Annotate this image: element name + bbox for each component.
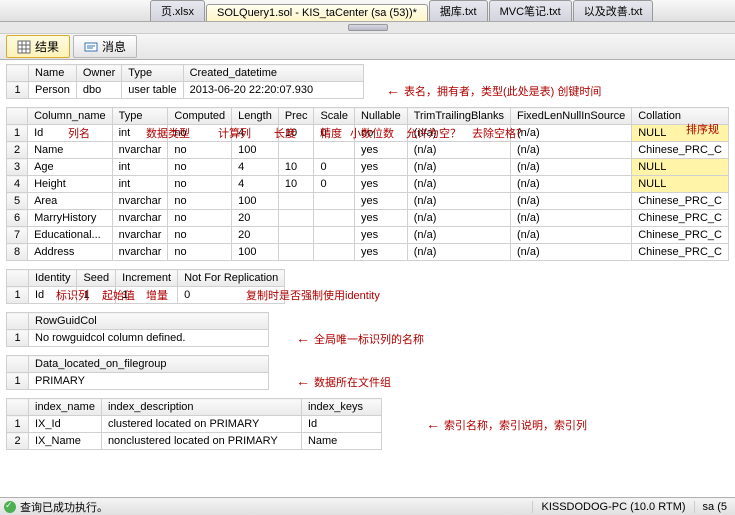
annotation: ←索引名称，索引说明，索引列 <box>426 416 587 433</box>
table-row[interactable]: 2 IX_Name nonclustered located on PRIMAR… <box>7 433 382 450</box>
tab-messages-label: 消息 <box>102 38 126 55</box>
th-type2[interactable]: Type <box>112 108 168 125</box>
th-length[interactable]: Length <box>232 108 279 125</box>
table-row[interactable]: 1 Id 1 1 0 <box>7 287 285 304</box>
th-owner[interactable]: Owner <box>76 65 121 82</box>
table-info-grid: Name Owner Type Created_datetime 1 Perso… <box>6 64 364 99</box>
th-nfr[interactable]: Not For Replication <box>178 270 285 287</box>
th-identity[interactable]: Identity <box>29 270 77 287</box>
status-bar: 查询已成功执行。 KISSDODOG-PC (10.0 RTM) sa (5 <box>0 497 735 515</box>
document-tabbar: 页.xlsx SOLQuery1.sol - KIS_taCenter (sa … <box>0 0 735 22</box>
columns-grid: Column_name Type Computed Length Prec Sc… <box>6 107 729 261</box>
splitter-bar[interactable] <box>0 22 735 34</box>
table-row[interactable]: 3 Age int no 4 10 0 yes (n/a) (n/a) NULL <box>7 159 729 176</box>
th-ixdesc[interactable]: index_description <box>101 399 301 416</box>
th-seed[interactable]: Seed <box>77 270 116 287</box>
annotation: ←表名，拥有者，类型(此处是表) 创键时间 <box>386 82 601 99</box>
filegroup-grid: Data_located_on_filegroup 1PRIMARY <box>6 355 269 390</box>
th-filegroup[interactable]: Data_located_on_filegroup <box>29 356 269 373</box>
th-collation[interactable]: Collation <box>632 108 729 125</box>
th-computed[interactable]: Computed <box>168 108 232 125</box>
th-created[interactable]: Created_datetime <box>183 65 363 82</box>
table-row[interactable]: 1 Id int no 4 10 0 no (n/a) (n/a) NULL <box>7 125 729 142</box>
th-prec[interactable]: Prec <box>278 108 314 125</box>
table-row[interactable]: 8 Address nvarchar no 100 yes (n/a) (n/a… <box>7 244 729 261</box>
tab-messages[interactable]: 消息 <box>73 35 137 58</box>
doc-tab-xlsx[interactable]: 页.xlsx <box>150 0 205 21</box>
th-inc[interactable]: Increment <box>116 270 178 287</box>
table-row[interactable]: 1PRIMARY <box>7 373 269 390</box>
indexes-grid: index_name index_description index_keys … <box>6 398 382 450</box>
tab-results-label: 结果 <box>35 38 59 55</box>
message-icon <box>84 40 98 54</box>
table-row[interactable]: 1No rowguidcol column defined. <box>7 330 269 347</box>
table-row[interactable]: 1 IX_Id clustered located on PRIMARY Id <box>7 416 382 433</box>
results-tabbar: 结果 消息 <box>0 34 735 60</box>
rowguid-grid: RowGuidCol 1No rowguidcol column defined… <box>6 312 269 347</box>
doc-tab-sql[interactable]: SOLQuery1.sol - KIS_taCenter (sa (53))* <box>206 4 428 21</box>
annotation: ←全局唯一标识列的名称 <box>296 330 424 347</box>
th-type[interactable]: Type <box>122 65 183 82</box>
status-user: sa (5 <box>694 501 735 513</box>
identity-grid: Identity Seed Increment Not For Replicat… <box>6 269 285 304</box>
grid-icon <box>17 40 31 54</box>
th-colname[interactable]: Column_name <box>28 108 113 125</box>
th-rowguid[interactable]: RowGuidCol <box>29 313 269 330</box>
table-row[interactable]: 7 Educational... nvarchar no 20 yes (n/a… <box>7 227 729 244</box>
th-trim[interactable]: TrimTrailingBlanks <box>407 108 510 125</box>
th-nullable[interactable]: Nullable <box>354 108 407 125</box>
th-fixed[interactable]: FixedLenNullInSource <box>511 108 632 125</box>
tab-results[interactable]: 结果 <box>6 35 70 58</box>
th-ixname[interactable]: index_name <box>29 399 102 416</box>
th-ixkeys[interactable]: index_keys <box>301 399 381 416</box>
table-row[interactable]: 4 Height int no 4 10 0 yes (n/a) (n/a) N… <box>7 176 729 193</box>
results-pane[interactable]: Name Owner Type Created_datetime 1 Perso… <box>0 60 735 500</box>
status-message: 查询已成功执行。 <box>20 499 108 515</box>
th-scale[interactable]: Scale <box>314 108 355 125</box>
doc-tab-other[interactable]: 以及改善.txt <box>573 0 654 21</box>
annotation: ←数据所在文件组 <box>296 373 391 390</box>
table-row[interactable]: 5 Area nvarchar no 100 yes (n/a) (n/a) C… <box>7 193 729 210</box>
doc-tab-mvc[interactable]: MVC笔记.txt <box>489 0 572 21</box>
table-row[interactable]: 2 Name nvarchar no 100 yes (n/a) (n/a) C… <box>7 142 729 159</box>
doc-tab-db[interactable]: 据库.txt <box>429 0 488 21</box>
table-row[interactable]: 6 MarryHistory nvarchar no 20 yes (n/a) … <box>7 210 729 227</box>
status-server: KISSDODOG-PC (10.0 RTM) <box>532 501 693 513</box>
success-icon <box>4 501 16 513</box>
table-row[interactable]: 1 Person dbo user table 2013-06-20 22:20… <box>7 82 364 99</box>
th-name[interactable]: Name <box>29 65 77 82</box>
